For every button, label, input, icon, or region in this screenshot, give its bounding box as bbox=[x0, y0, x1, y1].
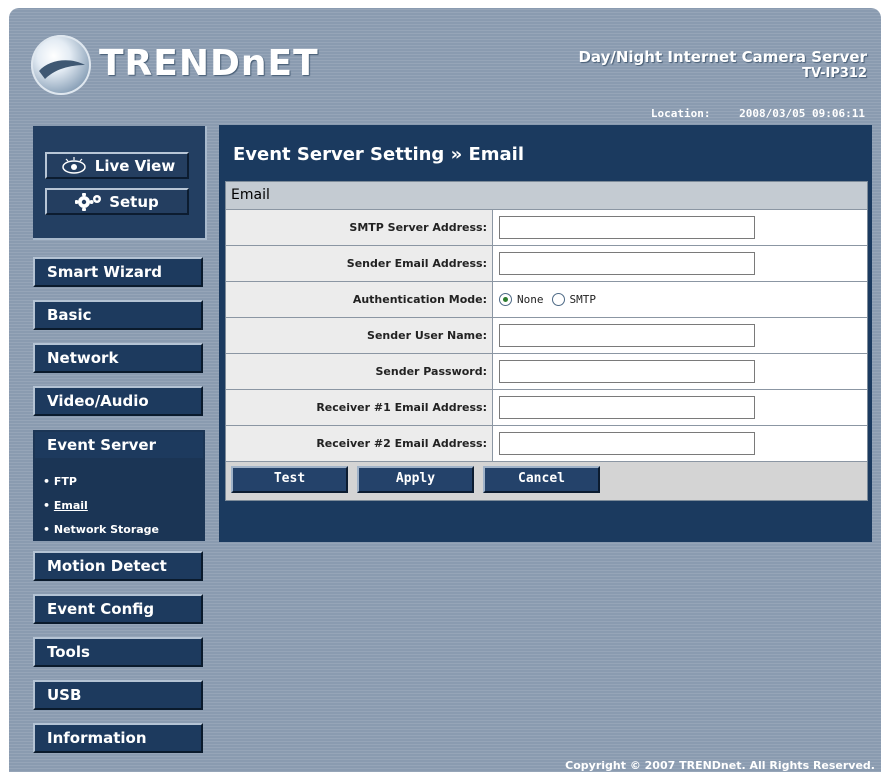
sidebar-item-video-audio[interactable]: Video/Audio bbox=[33, 386, 203, 416]
model-number: TV-IP312 bbox=[802, 66, 867, 81]
email-settings-form: Email SMTP Server Address: Sender Email … bbox=[225, 181, 868, 501]
bullet: • bbox=[43, 475, 51, 488]
setup-label: Setup bbox=[109, 192, 159, 211]
sender-user-label: Sender User Name: bbox=[226, 317, 493, 354]
logo-text: TRENDnET bbox=[99, 43, 319, 84]
sender-email-input[interactable] bbox=[499, 252, 755, 275]
sidebar-item-event-config[interactable]: Event Config bbox=[33, 594, 203, 624]
auth-mode-label: Authentication Mode: bbox=[226, 281, 493, 318]
copyright: Copyright © 2007 TRENDnet. All Rights Re… bbox=[565, 759, 875, 772]
bullet: • bbox=[43, 523, 51, 536]
auth-mode-radio-group: None SMTP bbox=[499, 293, 867, 306]
location-label: Location: bbox=[650, 107, 711, 120]
product-title: Day/Night Internet Camera Server bbox=[578, 48, 867, 66]
sidebar-item-tools[interactable]: Tools bbox=[33, 637, 203, 667]
form-row: Sender Password: bbox=[226, 353, 867, 390]
logo-globe-icon bbox=[31, 35, 91, 95]
submenu-item-ftp[interactable]: • FTP bbox=[43, 470, 159, 494]
live-view-label: Live View bbox=[94, 156, 176, 175]
sender-user-input[interactable] bbox=[499, 324, 755, 347]
view-mode-panel: Live View Setup bbox=[33, 126, 207, 240]
sidebar-item-smart-wizard[interactable]: Smart Wizard bbox=[33, 257, 203, 287]
smtp-server-input[interactable] bbox=[499, 216, 755, 239]
smtp-server-label: SMTP Server Address: bbox=[226, 210, 493, 246]
gears-icon bbox=[75, 192, 103, 211]
sidebar-item-information[interactable]: Information bbox=[33, 723, 203, 753]
section-title: Email bbox=[226, 182, 867, 210]
page-title: Event Server Setting » Email bbox=[233, 144, 525, 165]
auth-none-radio[interactable] bbox=[499, 293, 512, 306]
form-row: Authentication Mode: None SMTP bbox=[226, 281, 867, 318]
event-server-group: Event Server • FTP • Email • Network Sto… bbox=[33, 430, 205, 541]
submenu-item-network-storage[interactable]: • Network Storage bbox=[43, 518, 159, 542]
settings-table: SMTP Server Address: Sender Email Addres… bbox=[226, 210, 867, 461]
auth-smtp-label: SMTP bbox=[569, 293, 597, 306]
sidebar-item-motion-detect[interactable]: Motion Detect bbox=[33, 551, 203, 581]
action-bar: Test Apply Cancel bbox=[226, 461, 867, 500]
main-panel: Event Server Setting » Email Email SMTP … bbox=[219, 125, 872, 542]
form-row: Sender User Name: bbox=[226, 317, 867, 354]
receiver2-input[interactable] bbox=[499, 432, 755, 455]
location-bar: Location: 2008/03/05 09:06:11 bbox=[647, 107, 865, 120]
sender-email-label: Sender Email Address: bbox=[226, 245, 493, 282]
event-server-submenu: • FTP • Email • Network Storage bbox=[43, 470, 159, 542]
sidebar-item-basic[interactable]: Basic bbox=[33, 300, 203, 330]
form-row: Receiver #1 Email Address: bbox=[226, 389, 867, 426]
submenu-item-label: FTP bbox=[53, 475, 77, 488]
setup-button[interactable]: Setup bbox=[45, 188, 189, 215]
submenu-item-label: Email bbox=[53, 499, 88, 512]
bullet: • bbox=[43, 499, 51, 512]
location-datetime: 2008/03/05 09:06:11 bbox=[739, 107, 865, 120]
form-row: Receiver #2 Email Address: bbox=[226, 425, 867, 461]
auth-smtp-radio[interactable] bbox=[551, 293, 565, 306]
eye-icon bbox=[59, 156, 89, 175]
form-row: SMTP Server Address: bbox=[226, 210, 867, 246]
receiver1-label: Receiver #1 Email Address: bbox=[226, 389, 493, 426]
cancel-button[interactable]: Cancel bbox=[483, 466, 600, 493]
submenu-item-label: Network Storage bbox=[53, 523, 160, 536]
form-row: Sender Email Address: bbox=[226, 245, 867, 282]
sidebar-item-event-server[interactable]: Event Server bbox=[33, 430, 205, 460]
submenu-item-email[interactable]: • Email bbox=[43, 494, 159, 518]
sidebar-item-usb[interactable]: USB bbox=[33, 680, 203, 710]
receiver2-label: Receiver #2 Email Address: bbox=[226, 425, 493, 461]
app-frame: TRENDnET Day/Night Internet Camera Serve… bbox=[9, 8, 881, 772]
test-button[interactable]: Test bbox=[231, 466, 348, 493]
sidebar-item-network[interactable]: Network bbox=[33, 343, 203, 373]
sender-password-label: Sender Password: bbox=[226, 353, 493, 390]
auth-none-label: None bbox=[517, 293, 544, 306]
sender-password-input[interactable] bbox=[499, 360, 755, 383]
apply-button[interactable]: Apply bbox=[357, 466, 474, 493]
live-view-button[interactable]: Live View bbox=[45, 152, 189, 179]
receiver1-input[interactable] bbox=[499, 396, 755, 419]
